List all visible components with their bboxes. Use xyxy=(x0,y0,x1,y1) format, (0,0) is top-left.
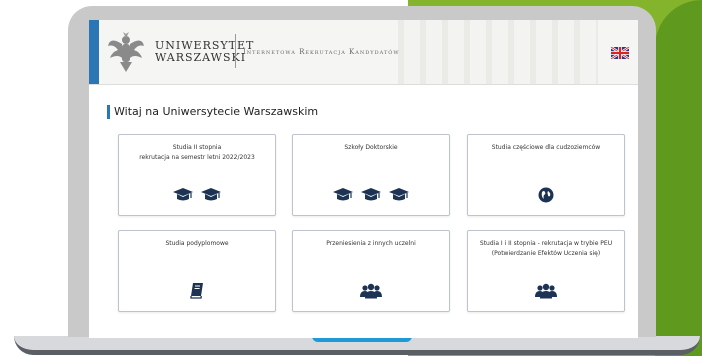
card-label: Studia II stopnia rekrutacja na semestr … xyxy=(139,144,255,161)
card-icons xyxy=(119,187,275,203)
card-szkoly-doktorskie[interactable]: Szkoły Doktorskie xyxy=(292,134,450,216)
card-studia-czesciowe[interactable]: Studia częściowe dla cudzoziemców xyxy=(467,134,625,216)
header-separator xyxy=(235,34,236,68)
header-subtitle: Internetowa Rekrutacja Kandydatów xyxy=(243,48,400,56)
card-icons xyxy=(468,283,624,299)
welcome-accent-bar xyxy=(107,105,110,119)
card-icons xyxy=(468,187,624,203)
graduation-cap-icon xyxy=(389,188,409,201)
users-icon xyxy=(535,283,557,299)
card-icons xyxy=(293,283,449,299)
header-subtitle-text: Internetowa Rekrutacja Kandydatów xyxy=(243,48,400,56)
card-label: Studia podyplomowe xyxy=(165,240,229,247)
laptop-screen: UNIWERSYTET WARSZAWSKI Internetowa Rekru… xyxy=(89,20,638,338)
uk-flag-icon[interactable] xyxy=(611,47,629,59)
globe-icon xyxy=(538,187,554,203)
graduation-cap-icon xyxy=(361,188,381,201)
header-accent-bar xyxy=(89,20,99,84)
graduation-cap-icon xyxy=(201,188,221,201)
card-icons xyxy=(293,187,449,203)
book-icon xyxy=(190,283,203,299)
users-icon xyxy=(360,283,382,299)
graduation-cap-icon xyxy=(333,188,353,201)
university-name[interactable]: UNIWERSYTET WARSZAWSKI xyxy=(155,40,254,64)
university-name-line2: WARSZAWSKI xyxy=(155,51,247,64)
card-label: Studia częściowe dla cudzoziemców xyxy=(491,144,601,151)
card-label: Studia I i II stopnia - rekrutacja w try… xyxy=(479,240,613,257)
graduation-cap-icon xyxy=(173,188,193,201)
card-studia-ii-stopnia[interactable]: Studia II stopnia rekrutacja na semestr … xyxy=(118,134,276,216)
card-przeniesienia[interactable]: Przeniesienia z innych uczelni xyxy=(292,230,450,312)
card-label: Szkoły Doktorskie xyxy=(344,144,398,151)
background-dark-green-panel xyxy=(655,0,702,356)
welcome-title: Witaj na Uniwersytecie Warszawskim xyxy=(114,105,319,118)
eagle-logo-icon[interactable] xyxy=(106,28,146,76)
card-studia-peu[interactable]: Studia I i II stopnia - rekrutacja w try… xyxy=(467,230,625,312)
site-header: UNIWERSYTET WARSZAWSKI Internetowa Rekru… xyxy=(89,20,638,85)
card-label: Przeniesienia z innych uczelni xyxy=(326,240,416,247)
card-studia-podyplomowe[interactable]: Studia podyplomowe xyxy=(118,230,276,312)
card-icons xyxy=(119,282,275,299)
header-building-image xyxy=(398,20,598,84)
